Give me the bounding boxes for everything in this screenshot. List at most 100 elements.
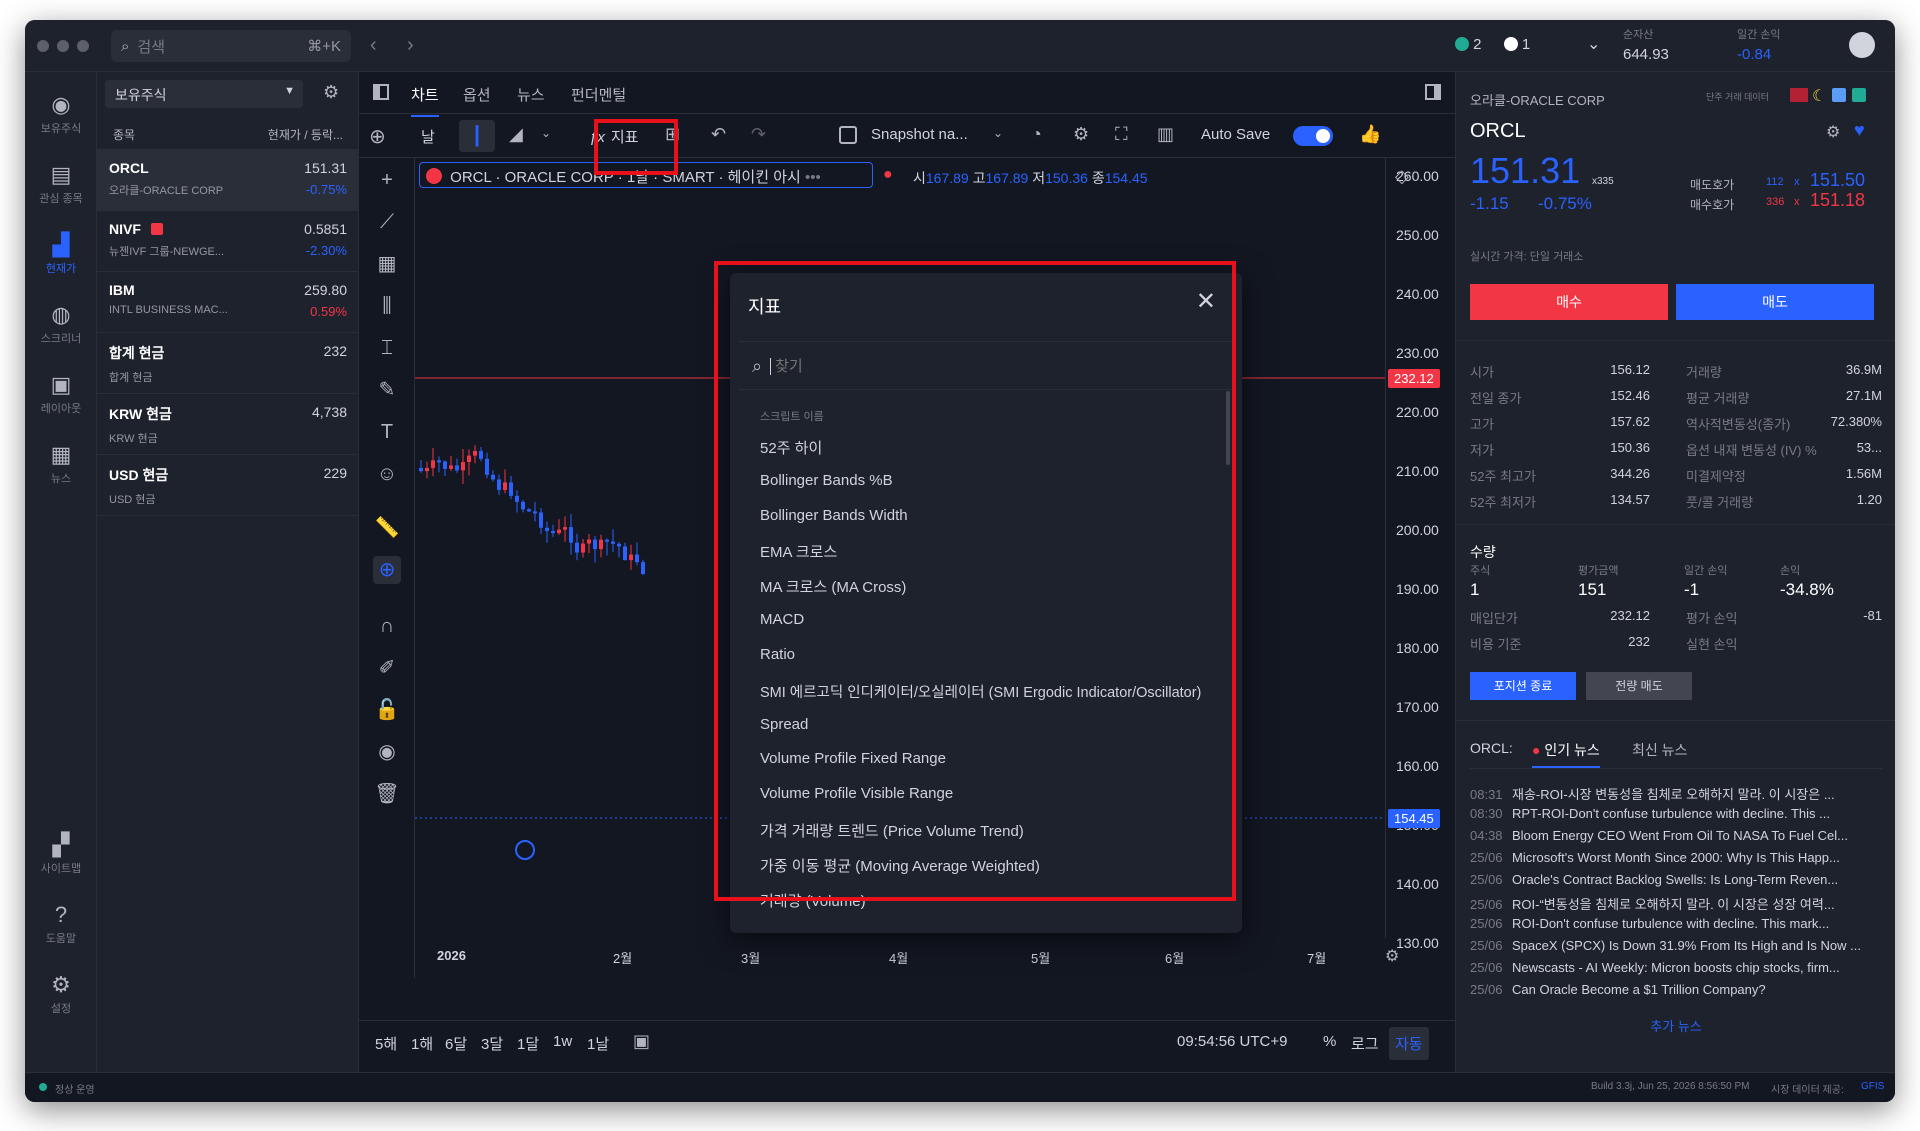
news-item[interactable]: 08:31 재송-ROI-시장 변동성을 침체로 오해하지 말라. 이 시장은 .… bbox=[1470, 784, 1880, 803]
indicator-item[interactable]: Bollinger Bands Width bbox=[760, 507, 908, 524]
range-1m[interactable]: 1달 bbox=[517, 1033, 539, 1054]
tab-latest-news[interactable]: 최신 뉴스 bbox=[1632, 740, 1687, 760]
alert-icon[interactable]: ◔ bbox=[1031, 124, 1042, 145]
close-icon[interactable]: ✕ bbox=[1196, 287, 1216, 316]
buy-button[interactable]: 매수 bbox=[1470, 284, 1668, 320]
undo-icon[interactable]: ↶ bbox=[711, 124, 726, 145]
ruler-icon[interactable]: 📏 bbox=[373, 514, 401, 542]
layers-icon[interactable]: ◇ bbox=[1395, 166, 1409, 187]
indicator-item[interactable]: 52주 하이 bbox=[760, 437, 822, 458]
percent-toggle[interactable]: % bbox=[1323, 1033, 1336, 1050]
pitchfork-icon[interactable]: ⫼ bbox=[373, 292, 401, 320]
holdings-dropdown[interactable]: 보유주식 ▼ bbox=[105, 80, 303, 108]
add-symbol-icon[interactable]: ⊕ bbox=[369, 124, 386, 149]
sidebar-item-news[interactable]: ▦ 뉴스 bbox=[25, 442, 97, 486]
sidebar-item-holdings[interactable]: ◉ 보유주식 bbox=[25, 92, 97, 136]
interval-button[interactable]: 날 bbox=[421, 126, 435, 147]
news-item[interactable]: 25/06 ROI-Don't confuse turbulence with d… bbox=[1470, 916, 1880, 931]
minimize-window-button[interactable] bbox=[57, 40, 69, 52]
axis-settings-icon[interactable]: ⚙ bbox=[1385, 946, 1399, 966]
range-3m[interactable]: 3달 bbox=[481, 1033, 503, 1054]
sidebar-item-screener[interactable]: ◍ 스크리너 bbox=[25, 302, 97, 346]
crosshair-icon[interactable]: + bbox=[373, 166, 401, 194]
range-5y[interactable]: 5해 bbox=[375, 1033, 397, 1054]
range-1w[interactable]: 1w bbox=[553, 1033, 572, 1050]
range-6m[interactable]: 6달 bbox=[445, 1033, 467, 1054]
emoji-icon[interactable]: ☺ bbox=[373, 460, 401, 488]
more-news-link[interactable]: 추가 뉴스 bbox=[1456, 1016, 1895, 1035]
trash-icon[interactable]: 🗑 bbox=[373, 780, 401, 808]
sell-all-button[interactable]: 전량 매도 bbox=[1586, 672, 1692, 700]
range-1y[interactable]: 1해 bbox=[411, 1033, 433, 1054]
alerts-area[interactable]: 2 1 bbox=[1455, 36, 1530, 53]
eye-icon[interactable]: ◉ bbox=[373, 738, 401, 766]
list-item[interactable]: NIVF 뉴젠IVF 그룹-NEWGE... 0.5851 -2.30% bbox=[97, 211, 359, 272]
maximize-window-button[interactable] bbox=[77, 40, 89, 52]
indicator-item[interactable]: MACD bbox=[760, 611, 804, 628]
log-toggle[interactable]: 로그 bbox=[1351, 1033, 1379, 1054]
tab-fundamentals[interactable]: 펀더멘털 bbox=[571, 84, 626, 105]
sidebar-item-layout[interactable]: ▣ 레이아웃 bbox=[25, 372, 97, 416]
sidebar-item-quote[interactable]: ▟ 현재가 bbox=[25, 232, 97, 276]
indicator-item[interactable]: Ratio bbox=[760, 646, 795, 663]
list-item[interactable]: USD 현금 USD 현금 229 bbox=[97, 455, 359, 516]
brush-icon[interactable]: ✎ bbox=[373, 376, 401, 404]
news-item[interactable]: 25/06 Oracle's Contract Backlog Swells: I… bbox=[1470, 872, 1880, 887]
indicator-item[interactable]: 가중 이동 평균 (Moving Average Weighted) bbox=[760, 855, 1040, 876]
indicator-item[interactable]: MA 크로스 (MA Cross) bbox=[760, 576, 906, 597]
trendline-icon[interactable]: ⟋ bbox=[373, 208, 401, 236]
autosave-toggle[interactable] bbox=[1293, 126, 1333, 146]
scrollbar[interactable] bbox=[1226, 391, 1230, 465]
magnet-icon[interactable]: ∩ bbox=[373, 612, 401, 640]
area-chart-icon[interactable]: ◢ bbox=[509, 124, 523, 145]
news-item[interactable]: 25/06 Newscasts - AI Weekly: Micron boost… bbox=[1470, 960, 1880, 975]
forward-arrow-icon[interactable]: › bbox=[407, 34, 414, 57]
chevron-down-icon[interactable]: ⌄ bbox=[993, 126, 1003, 140]
indicator-search-input[interactable] bbox=[770, 357, 1171, 375]
fullscreen-icon[interactable]: ⛶ bbox=[1115, 124, 1128, 145]
close-window-button[interactable] bbox=[37, 40, 49, 52]
tab-news[interactable]: 뉴스 bbox=[517, 84, 545, 105]
chevron-down-icon[interactable]: ⌄ bbox=[541, 126, 551, 140]
range-1d[interactable]: 1날 bbox=[587, 1033, 609, 1054]
indicator-item[interactable]: 거래량 (Volume) bbox=[760, 890, 866, 911]
list-item[interactable]: KRW 현금 KRW 현금 4,738 bbox=[97, 394, 359, 455]
list-item[interactable]: IBM INTL BUSINESS MAC... 259.80 0.59% bbox=[97, 272, 359, 333]
redo-icon[interactable]: ↷ bbox=[751, 124, 766, 145]
back-arrow-icon[interactable]: ‹ bbox=[370, 34, 377, 57]
snapshot-checkbox[interactable] bbox=[839, 126, 857, 144]
zoom-icon[interactable]: ⊕ bbox=[373, 556, 401, 584]
price-axis[interactable]: 260.00 250.00 240.00 230.00 220.00 210.0… bbox=[1385, 158, 1455, 951]
auto-toggle[interactable]: 자동 bbox=[1389, 1027, 1429, 1060]
grid-icon[interactable]: ▦ bbox=[373, 250, 401, 278]
news-item[interactable]: 08:30 RPT-ROI-Don't confuse turbulence wi… bbox=[1470, 806, 1880, 821]
list-item[interactable]: 합계 현금 합계 현금 232 bbox=[97, 333, 359, 394]
news-item[interactable]: 25/06 Can Oracle Become a $1 Trillion Com… bbox=[1470, 982, 1880, 997]
news-item[interactable]: 25/06 ROI-“변동성을 침체로 오해하지 말라. 이 시장은 성장 여력.… bbox=[1470, 894, 1880, 913]
indicator-item[interactable]: Volume Profile Fixed Range bbox=[760, 750, 946, 767]
measure-icon[interactable]: ⌶ bbox=[373, 334, 401, 362]
snapshot-name[interactable]: Snapshot na... bbox=[871, 126, 968, 143]
news-item[interactable]: 25/06 Microsoft's Worst Month Since 2000:… bbox=[1470, 850, 1880, 865]
tab-chart[interactable]: 차트 bbox=[411, 84, 439, 117]
chevron-down-icon[interactable]: ⌄ bbox=[1587, 34, 1600, 54]
sidebar-item-sitemap[interactable]: ▞ 사이트맵 bbox=[25, 832, 97, 876]
tab-options[interactable]: 옵션 bbox=[463, 84, 491, 105]
sidebar-item-watchlist[interactable]: ▤ 관심 종목 bbox=[25, 162, 97, 206]
indicator-search[interactable]: ⌕ bbox=[738, 343, 1234, 389]
indicator-item[interactable]: EMA 크로스 bbox=[760, 541, 837, 562]
sidebar-item-help[interactable]: ? 도움말 bbox=[25, 902, 97, 946]
thumbs-icon[interactable]: 👍 bbox=[1359, 124, 1381, 145]
lock-icon[interactable]: 🔓 bbox=[373, 696, 401, 724]
list-item[interactable]: ORCL 오라클-ORACLE CORP 151.31 -0.75% bbox=[97, 150, 359, 211]
indicators-button[interactable]: ƒx 지표 bbox=[589, 126, 638, 147]
candle-chart-icon[interactable]: ┃ bbox=[459, 120, 495, 152]
global-search[interactable]: ⌕ 검색 ⌘+K bbox=[111, 30, 351, 62]
indicator-item[interactable]: 가격 거래량 트렌드 (Price Volume Trend) bbox=[760, 820, 1024, 841]
sell-button[interactable]: 매도 bbox=[1676, 284, 1874, 320]
templates-icon[interactable]: ⊞ bbox=[665, 124, 680, 145]
indicator-item[interactable]: Spread bbox=[760, 716, 808, 733]
time-axis[interactable]: 2026 2월 3월 4월 5월 6월 7월 ⚙ bbox=[415, 938, 1399, 978]
right-panel-toggle-icon[interactable] bbox=[1425, 84, 1441, 100]
calendar-icon[interactable]: ▣ bbox=[633, 1031, 650, 1052]
